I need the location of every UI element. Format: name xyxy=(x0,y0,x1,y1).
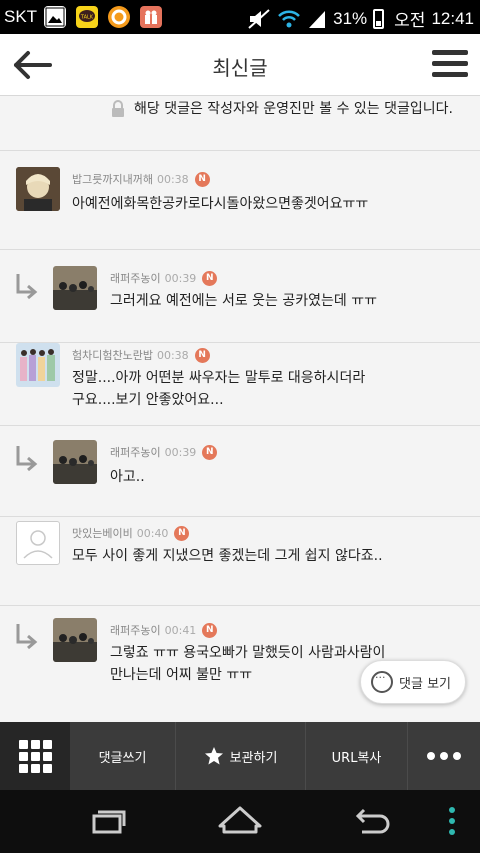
grid-menu-button[interactable] xyxy=(0,722,70,790)
battery-icon xyxy=(373,8,385,29)
app-bar: 최신글 xyxy=(0,34,480,96)
hamburger-menu-icon xyxy=(432,50,468,55)
avatar[interactable] xyxy=(16,167,60,211)
new-badge: N xyxy=(202,444,218,460)
comment-text: 모두 사이 좋게 지냈으면 좋겠는데 그게 쉽지 않다죠.. xyxy=(72,548,383,564)
gift-icon xyxy=(140,6,162,28)
comment-meta: 래퍼주농이 00:41 N xyxy=(110,622,218,638)
author-name[interactable]: 맛있는베이비 xyxy=(72,525,133,541)
write-comment-label: 댓글쓰기 xyxy=(98,750,147,766)
mute-icon xyxy=(248,8,270,29)
home-button[interactable] xyxy=(216,802,264,840)
comment-time: 00:38 xyxy=(156,348,189,362)
speech-bubble-icon xyxy=(371,671,394,693)
copy-url-label: URL복사 xyxy=(331,750,382,766)
comment-text: 그렇죠 ㅠㅠ 용국오빠가 말했듯이 사람과사람이 만나는데 어찌 불만 ㅠㅠ xyxy=(110,645,386,683)
avatar[interactable] xyxy=(53,618,97,662)
new-badge: N xyxy=(194,347,210,363)
reply-arrow-icon xyxy=(16,274,38,300)
author-name[interactable]: 험차디험찬노란밥 xyxy=(72,347,153,363)
svg-text:TALK: TALK xyxy=(80,15,94,21)
avatar[interactable] xyxy=(53,440,97,484)
new-badge: N xyxy=(174,525,190,541)
comment-time: 00:38 xyxy=(156,172,189,186)
comment-time: 00:39 xyxy=(164,271,197,285)
recent-apps-icon xyxy=(92,810,126,834)
comment-text: 아고.. xyxy=(110,469,145,485)
grid-icon xyxy=(18,739,52,773)
comment-text: 해당 댓글은 작성자와 운영진만 볼 수 있는 댓글입니다. xyxy=(134,101,453,117)
default-profile-icon[interactable] xyxy=(16,521,60,565)
avatar[interactable] xyxy=(53,266,97,310)
battery-percent: 31% xyxy=(333,8,368,28)
time-ampm: 오전 xyxy=(394,11,426,30)
new-badge: N xyxy=(202,622,218,638)
back-nav-icon xyxy=(355,808,390,834)
avatar[interactable] xyxy=(16,343,60,387)
comment-time: 00:39 xyxy=(164,445,197,459)
orange-app-icon xyxy=(108,6,130,28)
more-button[interactable] xyxy=(408,722,480,790)
copy-url-button[interactable]: URL복사 xyxy=(306,722,408,790)
recent-apps-button[interactable] xyxy=(84,802,132,840)
reply-arrow-icon xyxy=(16,446,38,472)
system-nav-bar xyxy=(0,790,480,853)
gallery-icon xyxy=(44,6,66,28)
comment-text: 아예전에화목한공카로다시돌아왔으면좋겟어요ㅠㅠ xyxy=(72,196,369,212)
reply-item: 래퍼주농이 00:39 N 그러게요 예전에는 서로 웃는 공카였는데 ㅠㅠ xyxy=(0,250,480,343)
more-dots-icon xyxy=(427,752,461,760)
back-nav-button[interactable] xyxy=(348,802,396,840)
comment-item: 밥그릇까지내꺼해 00:38 N 아예전에화목한공카로다시돌아왔으면좋겟어요ㅠㅠ xyxy=(0,151,480,250)
menu-button[interactable] xyxy=(432,50,468,80)
comment-meta: 밥그릇까지내꺼해 00:38 N xyxy=(72,171,210,187)
overflow-icon xyxy=(449,807,455,835)
new-badge: N xyxy=(202,270,218,286)
comment-meta: 맛있는베이비 00:40 N xyxy=(72,525,190,541)
wifi-icon xyxy=(278,10,301,27)
comment-meta: 래퍼주농이 00:39 N xyxy=(110,444,218,460)
author-name[interactable]: 래퍼주농이 xyxy=(110,622,161,638)
star-icon xyxy=(204,747,223,765)
comment-list[interactable]: 해당 댓글은 작성자와 운영진만 볼 수 있는 댓글입니다. 밥그릇까지내꺼해 … xyxy=(0,96,480,722)
author-name[interactable]: 래퍼주농이 xyxy=(110,444,161,460)
carrier-label: SKT xyxy=(4,7,38,26)
comment-item: 해당 댓글은 작성자와 운영진만 볼 수 있는 댓글입니다. xyxy=(0,96,480,151)
bookmark-label: 보관하기 xyxy=(229,750,278,766)
view-comments-button[interactable]: 댓글 보기 xyxy=(360,660,466,704)
comment-text: 그러게요 예전에는 서로 웃는 공카였는데 ㅠㅠ xyxy=(110,293,377,309)
clock: 12:41 xyxy=(431,8,474,28)
comment-item: 험차디험찬노란밥 00:38 N 정말....아까 어떤분 싸우자는 말투로 대… xyxy=(0,343,480,426)
reply-item: 래퍼주농이 00:39 N 아고.. xyxy=(0,426,480,517)
comment-meta: 험차디험찬노란밥 00:38 N xyxy=(72,347,210,363)
page-title: 최신글 xyxy=(212,56,268,80)
new-badge: N xyxy=(194,171,210,187)
author-name[interactable]: 래퍼주농이 xyxy=(110,270,161,286)
bottom-toolbar: 댓글쓰기 보관하기 URL복사 xyxy=(0,722,480,790)
write-comment-button[interactable]: 댓글쓰기 xyxy=(70,722,176,790)
signal-icon xyxy=(309,10,326,28)
comment-meta: 래퍼주농이 00:39 N xyxy=(110,270,218,286)
bookmark-button[interactable]: 보관하기 xyxy=(176,722,306,790)
comment-item: 맛있는베이비 00:40 N 모두 사이 좋게 지냈으면 좋겠는데 그게 쉽지 … xyxy=(0,517,480,606)
comment-time: 00:40 xyxy=(136,526,169,540)
reply-arrow-icon xyxy=(16,624,38,650)
home-icon xyxy=(218,806,262,834)
author-name[interactable]: 밥그릇까지내꺼해 xyxy=(72,171,153,187)
comment-time: 00:41 xyxy=(164,623,197,637)
status-right: 31% 오전 12:41 xyxy=(247,6,474,31)
kakaotalk-icon: TALK xyxy=(76,6,98,28)
comment-text: 정말....아까 어떤분 싸우자는 말투로 대응하시더라구요....보기 안좋았… xyxy=(72,370,366,408)
view-comments-label: 댓글 보기 xyxy=(399,676,451,692)
overflow-menu-button[interactable] xyxy=(440,802,464,840)
status-bar: SKT TALK 31% 오전 12:41 xyxy=(0,0,480,34)
